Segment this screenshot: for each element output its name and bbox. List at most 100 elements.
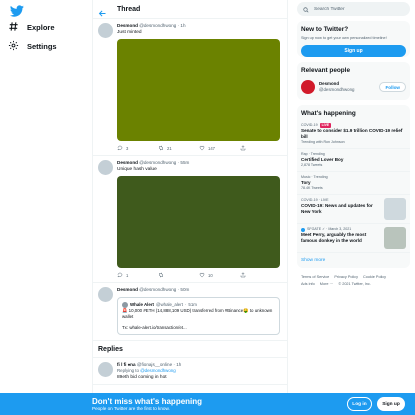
search-icon — [303, 0, 309, 18]
reply-button[interactable]: 3 — [117, 145, 158, 152]
trend-thumbnail — [384, 198, 406, 220]
author-name[interactable]: Desmond — [117, 23, 138, 28]
footer-link[interactable]: Terms of Service — [301, 275, 329, 279]
tweet-time[interactable]: 1h — [180, 23, 185, 28]
reply-count: 1 — [126, 273, 129, 278]
like-button[interactable]: 147 — [199, 145, 240, 152]
tweet-time[interactable]: 50m — [180, 287, 189, 292]
avatar[interactable] — [98, 23, 113, 38]
share-button[interactable] — [240, 272, 281, 279]
like-button[interactable]: 10 — [199, 272, 240, 279]
quoted-tweet-link[interactable]: Tx: whale-alert.io/transaction/et... — [122, 325, 275, 331]
reply-count: 3 — [126, 146, 129, 151]
twitter-bird-icon[interactable] — [9, 4, 24, 18]
tweet-header: Desmond @desmondhwong · 1h — [117, 23, 186, 28]
tweet-media-image[interactable] — [117, 39, 280, 141]
thread-header: Thread — [93, 0, 287, 19]
avatar — [122, 301, 128, 308]
banner-subtitle: People on Twitter are the first to know. — [92, 406, 170, 411]
trend-extra: 2,878 Tweets — [301, 163, 323, 167]
tweet-text: Unique hash value — [117, 167, 157, 172]
avatar[interactable] — [98, 287, 113, 302]
tweet-actions: 1 10 — [117, 272, 282, 279]
author-handle[interactable]: @desmondhwong — [139, 23, 176, 28]
hashtag-icon — [8, 21, 19, 34]
tweet[interactable]: Desmond @desmondhwong · 1h Just minted 3… — [93, 19, 287, 156]
new-to-twitter-card: New to Twitter? Sign up now to get your … — [297, 21, 410, 57]
retweet-button[interactable] — [158, 272, 199, 279]
show-more-link[interactable]: Show more — [297, 253, 410, 268]
banner-title: Don't miss what's happening — [92, 397, 203, 406]
log-in-button[interactable]: Log in — [347, 397, 372, 411]
share-button[interactable] — [240, 145, 281, 152]
relevant-people-card: Relevant people Desmond @desmondhwong Fo… — [297, 62, 410, 100]
trend-item[interactable]: Rap · Trending Certified Lover Boy 2,878… — [297, 149, 410, 172]
author-name[interactable]: Desmond — [117, 287, 138, 292]
left-navigation: Explore Settings — [0, 0, 92, 415]
card-title: Relevant people — [301, 67, 351, 74]
trend-item[interactable]: Music · Trending Tory 78.4K Tweets — [297, 172, 410, 195]
replying-to-mention[interactable]: @desmondhwong — [140, 368, 175, 373]
follow-button[interactable]: Follow — [379, 82, 406, 92]
gear-icon — [8, 40, 19, 53]
trend-item[interactable]: SFGATE ✓ · March 3, 2021 Meet Perry, arg… — [297, 224, 410, 253]
heart-icon — [199, 272, 205, 279]
card-title: New to Twitter? — [301, 26, 349, 33]
avatar[interactable] — [98, 160, 113, 175]
avatar[interactable] — [98, 362, 113, 377]
footer-link[interactable]: Cookie Policy — [363, 275, 386, 279]
footer-link[interactable]: Ads info — [301, 282, 315, 286]
tweet-media-image[interactable] — [117, 176, 280, 268]
card-title: What's happening — [301, 110, 356, 117]
retweet-icon — [158, 272, 164, 279]
whats-happening-card: What's happening COVID-19 LIVE Senate to… — [297, 105, 410, 268]
trend-thumbnail — [384, 227, 406, 249]
footer-link[interactable]: Privacy Policy — [334, 275, 358, 279]
search-input[interactable] — [314, 6, 394, 12]
main-column: Thread Desmond @desmondhwong · 1h Just m… — [92, 0, 288, 415]
share-icon — [240, 145, 246, 152]
tweet-actions: 3 21 147 — [117, 145, 282, 152]
author-name[interactable]: Desmond — [117, 160, 138, 165]
tweet-time[interactable]: 55m — [180, 160, 189, 165]
reply-button[interactable]: 1 — [117, 272, 158, 279]
trend-item[interactable]: COVID-19 · LIVE COVID-19: News and updat… — [297, 195, 410, 224]
retweet-button[interactable]: 21 — [158, 145, 199, 152]
avatar[interactable] — [301, 80, 315, 94]
back-arrow-icon[interactable] — [98, 5, 107, 16]
source-avatar — [301, 227, 305, 232]
nav-item-label: Explore — [27, 22, 55, 32]
person-item[interactable]: Desmond @desmondhwong Follow — [297, 77, 410, 100]
trend-item[interactable]: COVID-19 LIVE Senate to consider $1.9 tr… — [297, 120, 410, 149]
quoted-tweet-header: Whale Alert @whale_alert · 51m — [122, 301, 275, 308]
nav-item-settings[interactable]: Settings — [8, 38, 57, 54]
quoted-author-name: Whale Alert — [130, 302, 154, 307]
card-subtitle: Sign up now to get your own personalized… — [301, 36, 387, 40]
author-handle[interactable]: @desmondhwong — [139, 160, 176, 165]
author-handle[interactable]: @desmondhwong — [139, 287, 176, 292]
heart-icon — [199, 145, 205, 152]
sign-up-button[interactable]: Sign up — [377, 397, 405, 411]
copyright: © 2021 Twitter, Inc. — [338, 282, 371, 286]
quoted-author-handle: @whale_alert — [156, 302, 183, 307]
nav-item-label: Settings — [27, 41, 57, 51]
nav-item-explore[interactable]: Explore — [8, 19, 55, 35]
tweet-time[interactable]: 1h — [176, 362, 181, 367]
quoted-tweet-text: 🚨 10,000 #ETH (14,888,109 USD) transferr… — [122, 308, 273, 319]
replies-heading: Replies — [93, 341, 287, 358]
search-box[interactable] — [297, 2, 410, 16]
tweet[interactable]: Desmond @desmondhwong · 55m Unique hash … — [93, 156, 287, 283]
person-handle: @desmondhwong — [319, 87, 355, 92]
author-handle[interactable]: @fionajs__online — [137, 362, 172, 367]
trend-extra: Trending with Ron Johnson — [301, 140, 345, 144]
tweet[interactable]: Desmond @desmondhwong · 50m Whale Alert … — [93, 283, 287, 341]
footer-link[interactable]: More ··· — [320, 282, 334, 286]
author-name[interactable]: fi l fi ♠na — [117, 362, 136, 367]
sign-up-button[interactable]: Sign up — [301, 45, 406, 57]
quoted-tweet[interactable]: Whale Alert @whale_alert · 51m 🚨 10,000 … — [117, 297, 280, 335]
tweet-header: fi l fi ♠na @fionajs__online · 1h — [117, 362, 182, 367]
reply-tweet[interactable]: fi l fi ♠na @fionajs__online · 1h Replyi… — [93, 358, 287, 385]
share-icon — [240, 272, 246, 279]
like-count: 10 — [208, 273, 213, 278]
tweet-header: Desmond @desmondhwong · 55m — [117, 160, 190, 165]
